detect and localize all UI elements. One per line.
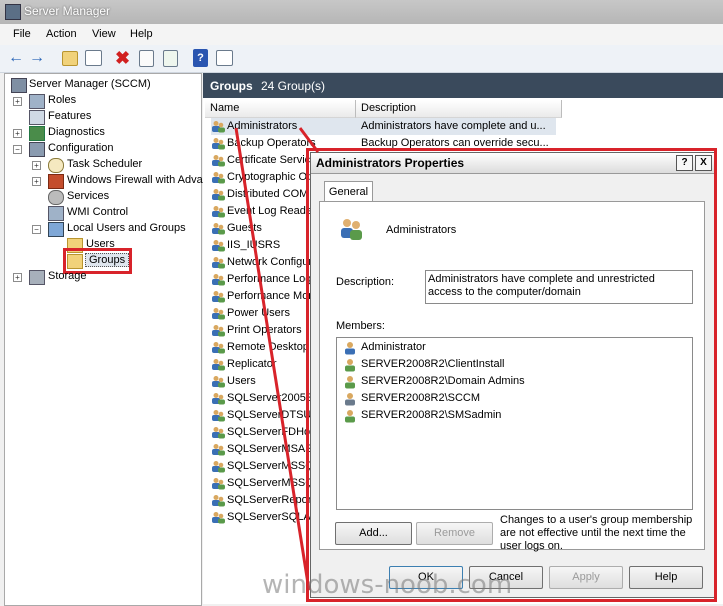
annotation-line-left [234, 127, 311, 591]
annotation-arrow-lines [234, 127, 320, 591]
watermark: windows-noob.com [262, 570, 513, 600]
annotation-line-top [298, 127, 320, 153]
